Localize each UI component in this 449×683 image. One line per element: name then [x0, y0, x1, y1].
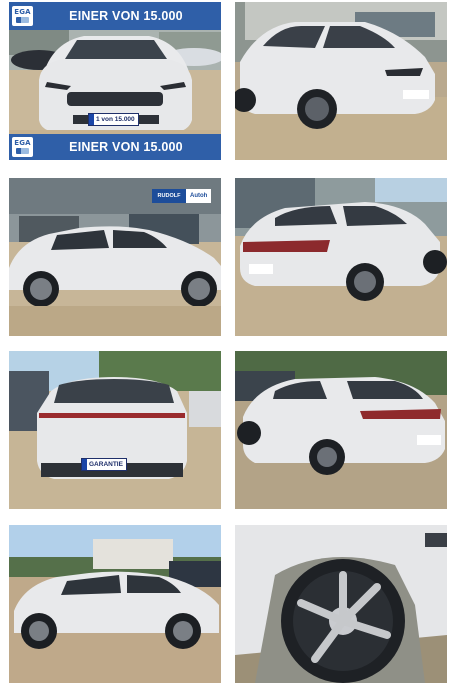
ega-logo: EGA	[12, 6, 33, 26]
banner-text: EINER VON 15.000	[69, 140, 183, 154]
gallery-photo-front-right[interactable]	[235, 2, 447, 160]
car-photo-rear	[9, 351, 221, 509]
dealer-sign: RUDOLF Autoh	[152, 189, 212, 203]
car-photo-left-side-outdoor	[9, 525, 221, 683]
car-photo-rear-right	[235, 178, 447, 336]
gallery-photo-rear-right[interactable]	[235, 178, 447, 336]
gallery-photo-left-side-outdoor[interactable]	[9, 525, 221, 683]
gallery-photo-rear[interactable]: GARANTIE	[9, 351, 221, 509]
promo-banner-top: EGA EINER VON 15.000	[9, 2, 221, 30]
car-photo-rear-left	[235, 351, 447, 509]
car-photo-front-right	[235, 2, 447, 160]
promo-banner-bottom: EGA EINER VON 15.000	[9, 134, 221, 160]
car-photo-wheel-closeup	[235, 525, 447, 683]
gallery-photo-left-side[interactable]: RUDOLF Autoh	[9, 178, 221, 336]
banner-text: EINER VON 15.000	[69, 9, 183, 23]
gallery-photo-rear-left[interactable]	[235, 351, 447, 509]
license-plate: GARANTIE	[81, 458, 127, 471]
ega-logo: EGA	[12, 137, 33, 157]
gallery-photo-wheel-closeup[interactable]	[235, 525, 447, 683]
gallery-photo-front[interactable]: EGA EINER VON 15.000 1 von 15.000 EGA EI…	[9, 2, 221, 160]
license-plate: 1 von 15.000	[88, 113, 139, 126]
